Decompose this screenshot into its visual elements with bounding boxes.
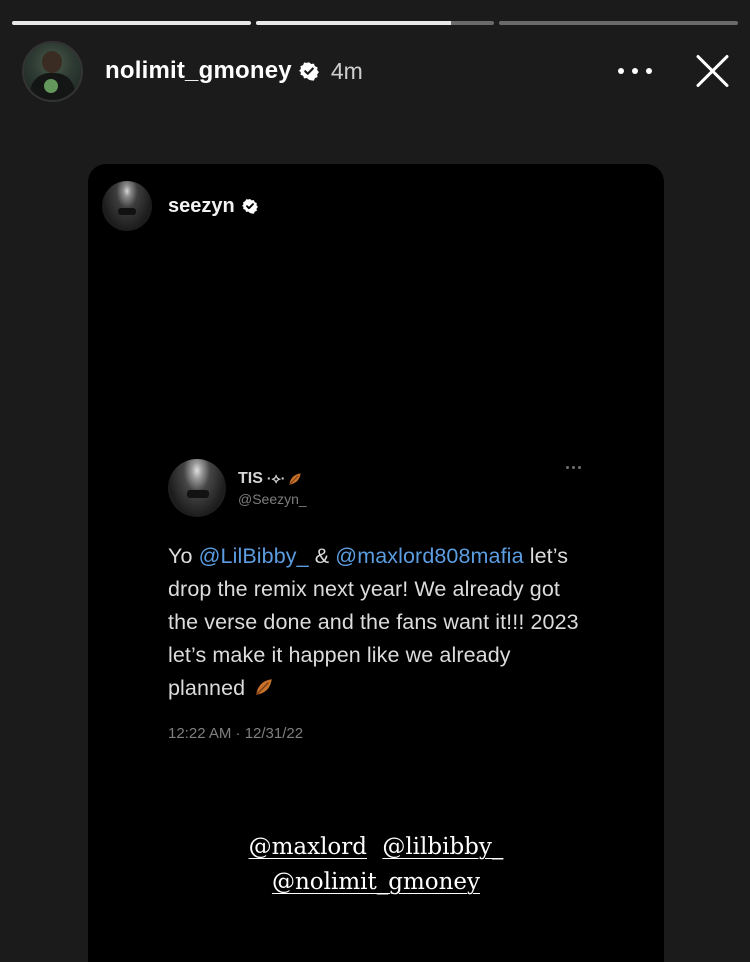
shared-username[interactable]: seezyn xyxy=(168,195,235,218)
tweet-handle: @Seezyn_ xyxy=(238,490,307,507)
mention-tags: @maxlord @lilbibby_ @nolimit_gmoney xyxy=(88,830,664,900)
more-options-icon[interactable] xyxy=(618,61,652,81)
mention-link: @LilBibby_ xyxy=(198,544,309,568)
shared-story-header: seezyn xyxy=(102,180,258,232)
leaf-emoji-icon xyxy=(289,472,302,485)
tweet-screenshot: TIS ·⟡· @Seezyn_ Yo @LilBibby_ & @maxlor… xyxy=(168,456,588,742)
progress-segment xyxy=(499,21,739,25)
progress-segment xyxy=(12,21,251,25)
mention-tag[interactable]: @nolimit_gmoney xyxy=(272,869,480,895)
mention-link: @maxlord808mafia xyxy=(335,544,524,568)
tweet-name-symbols: ·⟡· xyxy=(266,470,286,486)
tweet-text: Yo @LilBibby_ & @maxlord808mafia let’s d… xyxy=(168,540,588,705)
post-time: 4m xyxy=(330,57,363,84)
shared-story-card[interactable]: seezyn TIS ·⟡· @Seezyn_ Yo @LilBibby_ & … xyxy=(88,164,664,962)
verified-badge-icon xyxy=(298,62,319,81)
avatar[interactable] xyxy=(102,181,152,231)
tweet-text-prefix: Yo xyxy=(168,544,199,568)
leaf-emoji-icon xyxy=(256,679,272,696)
story-viewer: nolimit_gmoney 4m seezyn TIS ·⟡· @Seezyn… xyxy=(0,0,750,962)
mention-tag[interactable]: @maxlord xyxy=(249,834,367,860)
story-progress-bar xyxy=(12,21,739,26)
tweet-header: TIS ·⟡· @Seezyn_ xyxy=(168,456,588,520)
close-icon[interactable] xyxy=(692,51,732,91)
avatar[interactable] xyxy=(22,40,83,102)
tweet-display-name: TIS xyxy=(238,469,263,487)
tweet-text-and: & xyxy=(308,544,336,568)
story-header: nolimit_gmoney 4m xyxy=(22,40,732,102)
verified-badge-icon xyxy=(241,199,258,214)
tweet-timestamp: 12:22 AM · 12/31/22 xyxy=(168,725,304,742)
mention-tag[interactable]: @lilbibby_ xyxy=(382,834,503,860)
progress-segment xyxy=(255,21,495,25)
avatar xyxy=(168,459,226,517)
more-options-icon xyxy=(566,466,581,469)
username[interactable]: nolimit_gmoney xyxy=(105,57,292,85)
